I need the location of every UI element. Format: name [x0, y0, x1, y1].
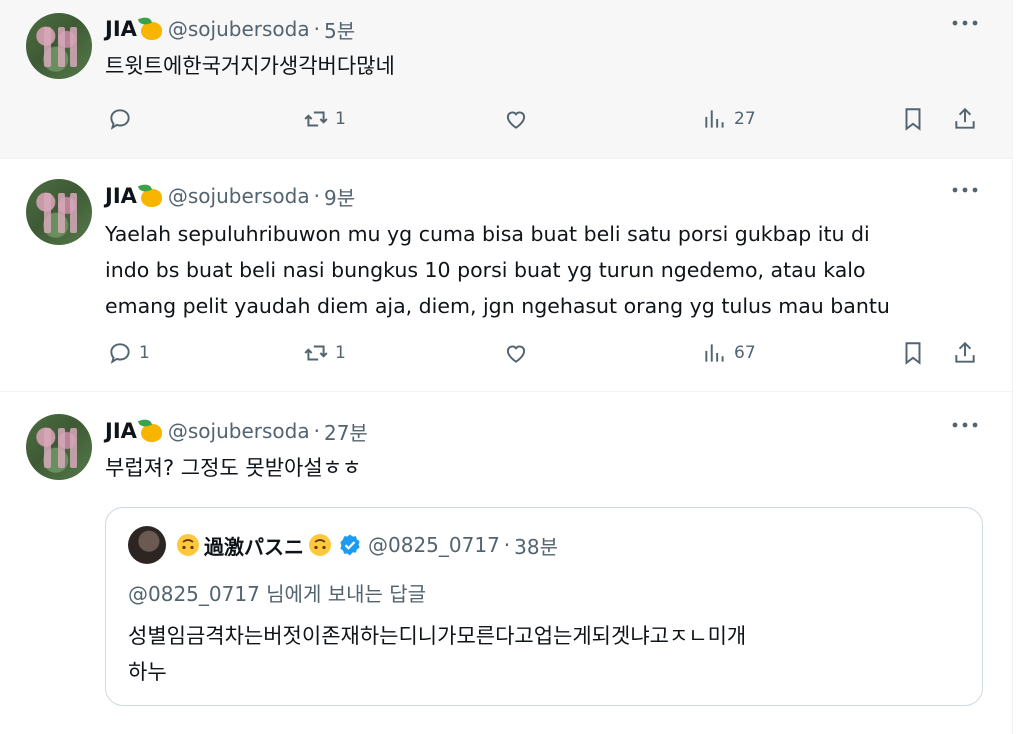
- display-name[interactable]: JIA: [105, 17, 137, 41]
- reply-icon: [110, 109, 130, 130]
- views-count: 67: [734, 343, 756, 363]
- retweet-button[interactable]: 1: [303, 340, 346, 366]
- avatar[interactable]: [26, 179, 92, 245]
- views-count: 27: [734, 109, 756, 129]
- retweet-count: 1: [335, 109, 346, 129]
- quoted-name-text: 過激パスニ: [204, 534, 304, 559]
- views-button[interactable]: 27: [702, 106, 756, 132]
- more-icon[interactable]: [950, 187, 980, 207]
- tweet-header: JIA @sojubersoda · 5분: [105, 14, 355, 44]
- reply-icon: [110, 343, 130, 364]
- quoted-timestamp[interactable]: 38분: [514, 531, 558, 560]
- separator: ·: [313, 419, 320, 443]
- share-button[interactable]: [952, 340, 978, 366]
- quoted-tweet-header: 過激パスニ @0825_0717 · 38분: [128, 526, 558, 564]
- mango-icon: [137, 182, 164, 208]
- like-button[interactable]: [503, 340, 535, 366]
- tweet-text-line: Yaelah sepuluhribuwon mu yg cuma bisa bu…: [105, 222, 870, 246]
- like-icon: [506, 345, 526, 363]
- reply-count: 1: [139, 343, 150, 363]
- share-icon: [955, 341, 975, 363]
- bookmark-icon: [905, 342, 921, 365]
- tweet-text-line: indo bs buat beli nasi bungkus 10 porsi …: [105, 258, 866, 282]
- reply-button[interactable]: 1: [107, 340, 150, 366]
- more-icon[interactable]: [950, 422, 980, 442]
- timeline-border: [1012, 0, 1013, 734]
- retweet-button[interactable]: 1: [303, 106, 346, 132]
- tweet-text-line: emang pelit yaudah diem aja, diem, jgn n…: [105, 294, 890, 318]
- tweet-2[interactable]: JIA @sojubersoda · 9분 Yaelah sepuluhribu…: [0, 159, 1012, 392]
- reply-to-label: @0825_0717 님에게 보내는 답글: [128, 582, 427, 606]
- retweet-count: 1: [335, 343, 346, 363]
- quoted-user-handle[interactable]: @0825_0717: [368, 533, 500, 557]
- separator: ·: [313, 184, 320, 208]
- reply-button[interactable]: [107, 106, 139, 132]
- quoted-tweet[interactable]: 過激パスニ @0825_0717 · 38분 @0825_0717 님에게 보내…: [105, 507, 983, 706]
- user-handle[interactable]: @sojubersoda: [168, 419, 310, 443]
- avatar[interactable]: [26, 414, 92, 480]
- user-handle[interactable]: @sojubersoda: [168, 184, 310, 208]
- avatar[interactable]: [26, 13, 92, 79]
- verified-icon: [340, 534, 360, 556]
- upside-down-face-icon: [177, 534, 199, 556]
- more-icon[interactable]: [950, 20, 980, 40]
- quoted-text-line: 하누: [128, 660, 167, 684]
- upside-down-face-icon: [309, 534, 331, 556]
- quoted-display-name[interactable]: 過激パスニ: [176, 531, 362, 560]
- display-name[interactable]: JIA: [105, 419, 137, 443]
- timestamp[interactable]: 5분: [324, 15, 355, 44]
- action-bar: 1 1 67: [0, 340, 1012, 372]
- retweet-icon: [304, 345, 328, 361]
- avatar[interactable]: [128, 526, 166, 564]
- quoted-text-line: 성별임금격차는버젓이존재하는디니가모른다고업는게되겟냐고ㅈㄴ미개: [128, 624, 747, 648]
- timestamp[interactable]: 27분: [324, 417, 368, 446]
- tweet-text: Yaelah sepuluhribuwon mu yg cuma bisa bu…: [105, 216, 995, 324]
- tweet-text: 부럽져? 그정도 못받아설ㅎㅎ: [105, 456, 362, 480]
- like-icon: [506, 111, 526, 129]
- mango-icon: [137, 417, 164, 443]
- quoted-tweet-text: 성별임금격차는버젓이존재하는디니가모른다고업는게되겟냐고ㅈㄴ미개 하누: [128, 618, 968, 690]
- retweet-icon: [304, 111, 328, 127]
- share-button[interactable]: [952, 106, 978, 132]
- tweet-1[interactable]: JIA @sojubersoda · 5분 트윗트에한국거지가생각버다많네 1 …: [0, 0, 1012, 159]
- display-name[interactable]: JIA: [105, 184, 137, 208]
- user-handle[interactable]: @sojubersoda: [168, 17, 310, 41]
- mango-icon: [137, 15, 164, 41]
- tweet-header: JIA @sojubersoda · 27분: [105, 416, 368, 446]
- bookmark-button[interactable]: [900, 340, 926, 366]
- views-icon: [705, 344, 724, 362]
- tweet-header: JIA @sojubersoda · 9분: [105, 181, 355, 211]
- views-button[interactable]: 67: [702, 340, 756, 366]
- like-button[interactable]: [503, 106, 535, 132]
- action-bar: 1 27: [0, 106, 1012, 138]
- bookmark-icon: [905, 108, 921, 131]
- share-icon: [955, 107, 975, 129]
- timestamp[interactable]: 9분: [324, 182, 355, 211]
- bookmark-button[interactable]: [900, 106, 926, 132]
- separator: ·: [313, 17, 320, 41]
- tweet-text: 트윗트에한국거지가생각버다많네: [105, 54, 395, 78]
- separator: ·: [503, 533, 511, 557]
- views-icon: [705, 110, 724, 128]
